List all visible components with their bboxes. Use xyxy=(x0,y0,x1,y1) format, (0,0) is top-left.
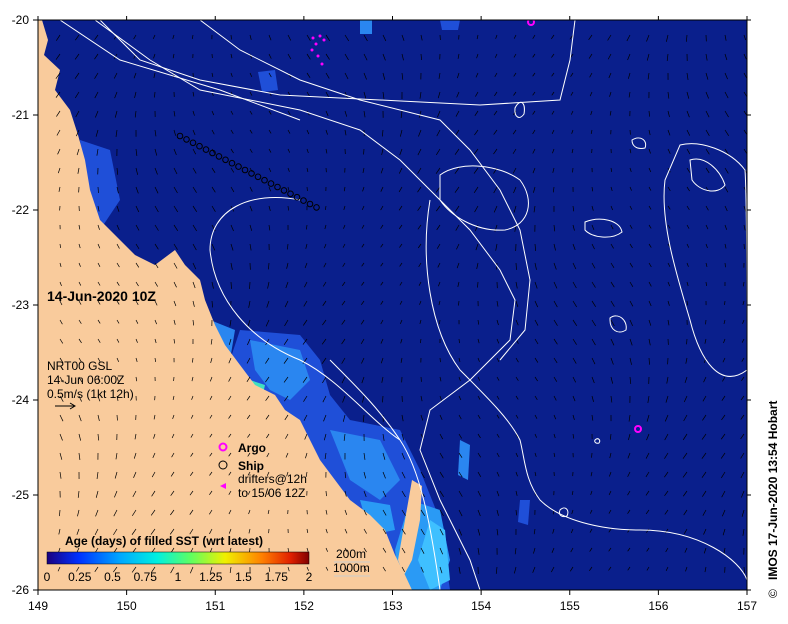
colorbar-gradient xyxy=(46,551,310,565)
y-tick-label: -23 xyxy=(12,298,30,312)
colorbar-tick-label: 0.75 xyxy=(134,570,158,584)
model-name: NRT00 GSL xyxy=(47,359,112,373)
credit-text: IMOS 17-Jun-2020 13:54 Hobart xyxy=(766,401,780,580)
depth-200: 200m xyxy=(336,547,366,561)
copyright-symbol: © xyxy=(766,589,780,598)
x-tick-label: 154 xyxy=(471,599,491,613)
date-label: 14-Jun-2020 10Z xyxy=(47,288,156,304)
colorbar-tick-label: 1.25 xyxy=(199,570,223,584)
argo-legend-label: Argo xyxy=(238,441,266,455)
x-tick-label: 153 xyxy=(382,599,402,613)
colorbar-tick-label: 1 xyxy=(175,570,182,584)
x-tick-label: 150 xyxy=(117,599,137,613)
colorbar-tick-label: 1.75 xyxy=(265,570,289,584)
y-tick-label: -22 xyxy=(12,203,30,217)
y-tick-label: -21 xyxy=(12,108,30,122)
colorbar-tick-label: 0.25 xyxy=(68,570,92,584)
ship-legend-label: Ship xyxy=(238,459,264,473)
y-tick-label: -26 xyxy=(12,583,30,597)
colorbar-tick-label: 0 xyxy=(44,570,51,584)
y-tick-label: -24 xyxy=(12,393,30,407)
y-tick-label: -20 xyxy=(12,13,30,27)
colorbar-tick-label: 2 xyxy=(306,570,313,584)
sst-map: 149 150 151 152 153 154 155 156 157 -20 -21 -22 -23… xyxy=(12,13,780,613)
current-vector xyxy=(724,262,726,268)
x-tick-label: 157 xyxy=(737,599,757,613)
depth-1000: 1000m xyxy=(333,561,370,575)
drifter-legend-label1: drifters@12h xyxy=(238,472,307,486)
colorbar-tick-label: 0.5 xyxy=(104,570,121,584)
x-tick-label: 156 xyxy=(648,599,668,613)
colorbar-title: Age (days) of filled SST (wrt latest) xyxy=(65,534,263,548)
depth-legend: 200m 1000m xyxy=(333,547,370,577)
credit: © IMOS 17-Jun-2020 13:54 Hobart xyxy=(766,401,780,598)
model-time: 14-Jun 06:00Z xyxy=(47,373,124,387)
x-tick-label: 152 xyxy=(294,599,314,613)
colorbar-tick-label: 1.5 xyxy=(235,570,252,584)
y-tick-label: -25 xyxy=(12,488,30,502)
x-tick-label: 151 xyxy=(205,599,225,613)
drifter-legend-label2: to 15/06 12Z xyxy=(238,486,305,500)
vector-scale: 0.5m/s (1kt 12h) xyxy=(47,387,134,401)
x-tick-label: 155 xyxy=(560,599,580,613)
x-tick-label: 149 xyxy=(28,599,48,613)
